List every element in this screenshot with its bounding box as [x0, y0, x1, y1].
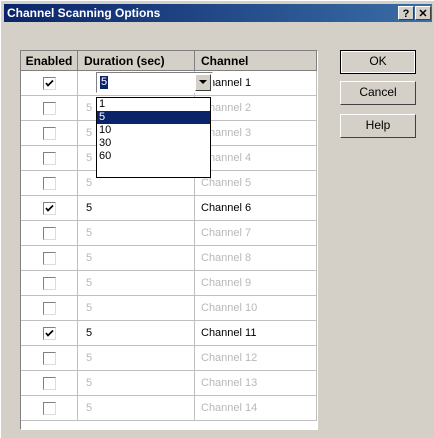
table-row[interactable]: 5 Channel 14 — [21, 396, 317, 421]
combo-value[interactable]: 5 — [100, 76, 109, 89]
enabled-checkbox[interactable] — [43, 202, 56, 215]
channel-cell: Channel 11 — [195, 321, 317, 346]
channel-cell: Channel 6 — [195, 196, 317, 221]
duration-cell[interactable]: 5 — [78, 221, 195, 246]
channel-cell: Channel 2 — [195, 96, 317, 121]
channel-cell: Channel 12 — [195, 346, 317, 371]
enabled-cell — [21, 121, 78, 146]
table-row[interactable]: 5 Channel 9 — [21, 271, 317, 296]
title-bar: Channel Scanning Options ? ✕ — [4, 4, 432, 22]
enabled-checkbox[interactable] — [43, 377, 56, 390]
window-title: Channel Scanning Options — [7, 6, 161, 20]
duration-cell[interactable]: 5 — [78, 246, 195, 271]
dropdown-option[interactable]: 10 — [97, 124, 210, 137]
duration-dropdown-list: 1 5 10 30 60 — [96, 97, 211, 178]
channel-cell: Channel 14 — [195, 396, 317, 421]
channel-cell: Channel 9 — [195, 271, 317, 296]
enabled-checkbox[interactable] — [43, 402, 56, 415]
checkmark-icon — [45, 204, 54, 212]
help-icon[interactable]: ? — [398, 6, 414, 20]
enabled-checkbox[interactable] — [43, 77, 56, 90]
duration-cell[interactable]: 5 — [78, 371, 195, 396]
enabled-checkbox[interactable] — [43, 277, 56, 290]
channel-cell: Channel 7 — [195, 221, 317, 246]
checkmark-icon — [45, 79, 54, 87]
channel-cell: Channel 3 — [195, 121, 317, 146]
enabled-cell — [21, 296, 78, 321]
enabled-checkbox[interactable] — [43, 102, 56, 115]
enabled-checkbox[interactable] — [43, 352, 56, 365]
header-enabled: Enabled — [21, 51, 78, 71]
duration-cell[interactable]: 5 — [78, 271, 195, 296]
enabled-checkbox[interactable] — [43, 302, 56, 315]
channel-cell: Channel 13 — [195, 371, 317, 396]
dropdown-option[interactable]: 60 — [97, 150, 210, 163]
dropdown-option[interactable]: 5 — [97, 111, 210, 124]
enabled-cell — [21, 371, 78, 396]
table-row[interactable]: 5 Channel 12 — [21, 346, 317, 371]
duration-combobox[interactable]: 5 — [96, 72, 213, 93]
dropdown-option[interactable]: 30 — [97, 137, 210, 150]
table-row[interactable]: 5 Channel 7 — [21, 221, 317, 246]
enabled-cell — [21, 96, 78, 121]
table-row[interactable]: 5 Channel 6 — [21, 196, 317, 221]
combo-dropdown-button[interactable] — [195, 74, 211, 91]
duration-cell[interactable]: 5 — [78, 296, 195, 321]
table-row[interactable]: 5 Channel 10 — [21, 296, 317, 321]
enabled-checkbox[interactable] — [43, 152, 56, 165]
enabled-cell — [21, 221, 78, 246]
enabled-cell — [21, 196, 78, 221]
enabled-cell — [21, 396, 78, 421]
enabled-checkbox[interactable] — [43, 327, 56, 340]
table-row[interactable]: 5 Channel 13 — [21, 371, 317, 396]
channel-scanning-options-dialog: Channel Scanning Options ? ✕ Enabled Dur… — [0, 0, 434, 438]
table-row[interactable]: 5 Channel 8 — [21, 246, 317, 271]
enabled-cell — [21, 321, 78, 346]
enabled-cell — [21, 346, 78, 371]
enabled-checkbox[interactable] — [43, 177, 56, 190]
enabled-cell — [21, 246, 78, 271]
channel-cell: Channel 4 — [195, 146, 317, 171]
header-channel: Channel — [195, 51, 317, 71]
enabled-cell — [21, 146, 78, 171]
channel-cell: Channel 1 — [195, 71, 317, 96]
close-icon[interactable]: ✕ — [415, 6, 431, 20]
enabled-cell — [21, 71, 78, 96]
enabled-checkbox[interactable] — [43, 227, 56, 240]
cancel-button[interactable]: Cancel — [340, 81, 416, 105]
enabled-cell — [21, 271, 78, 296]
enabled-checkbox[interactable] — [43, 127, 56, 140]
channel-cell: Channel 8 — [195, 246, 317, 271]
duration-cell[interactable]: 5 — [78, 396, 195, 421]
table-row[interactable]: 5 Channel 11 — [21, 321, 317, 346]
dropdown-option[interactable]: 1 — [97, 98, 210, 111]
enabled-cell — [21, 171, 78, 196]
duration-cell[interactable]: 5 — [78, 321, 195, 346]
header-duration: Duration (sec) — [78, 51, 195, 71]
channel-cell: Channel 10 — [195, 296, 317, 321]
duration-cell[interactable]: 5 — [78, 196, 195, 221]
ok-button[interactable]: OK — [340, 50, 416, 74]
help-button[interactable]: Help — [340, 114, 416, 138]
channel-cell: Channel 5 — [195, 171, 317, 196]
enabled-checkbox[interactable] — [43, 252, 56, 265]
duration-cell[interactable]: 5 — [78, 346, 195, 371]
checkmark-icon — [45, 329, 54, 337]
